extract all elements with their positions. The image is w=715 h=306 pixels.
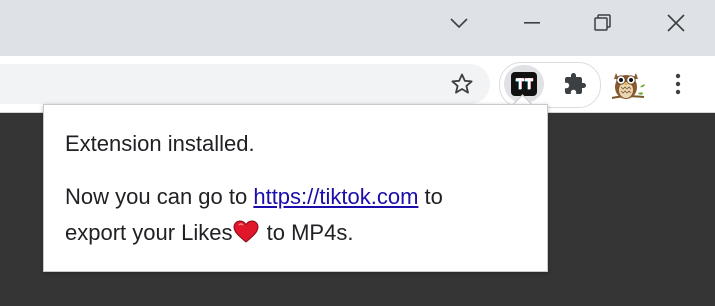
minimize-icon <box>524 22 540 24</box>
restore-button[interactable] <box>574 0 632 46</box>
profile-avatar[interactable] <box>608 65 648 105</box>
close-button[interactable] <box>647 0 705 46</box>
star-icon <box>451 73 473 94</box>
close-icon <box>667 14 685 32</box>
popup-text-middle: to <box>418 184 443 209</box>
address-bar[interactable] <box>0 64 490 104</box>
popup-title: Extension installed. <box>65 131 255 156</box>
popup-text-prefix: Now you can go to <box>65 184 254 209</box>
title-bar <box>0 0 715 56</box>
chevron-down-icon <box>450 18 468 28</box>
tab-search-button[interactable] <box>430 0 488 46</box>
popup-text-line2: export your Likes <box>65 220 233 245</box>
heart-icon <box>233 218 259 254</box>
extension-installed-popup: Extension installed. Now you can go to h… <box>43 104 548 272</box>
minimize-button[interactable] <box>503 0 561 46</box>
extensions-menu-button[interactable] <box>556 66 594 102</box>
browser-window: Extension installed. Now you can go to h… <box>0 0 715 306</box>
kebab-menu-icon <box>675 73 681 95</box>
tiktok-extension-icon <box>511 72 537 96</box>
puzzle-icon <box>565 73 586 94</box>
popup-message: Now you can go to https://tiktok.com to e… <box>65 179 525 254</box>
owl-avatar-icon <box>611 73 645 99</box>
bookmark-button[interactable] <box>444 66 480 102</box>
restore-icon <box>594 14 611 31</box>
tiktok-link[interactable]: https://tiktok.com <box>253 184 418 209</box>
browser-menu-button[interactable] <box>660 66 696 102</box>
popup-text-suffix: to MP4s. <box>260 220 354 245</box>
